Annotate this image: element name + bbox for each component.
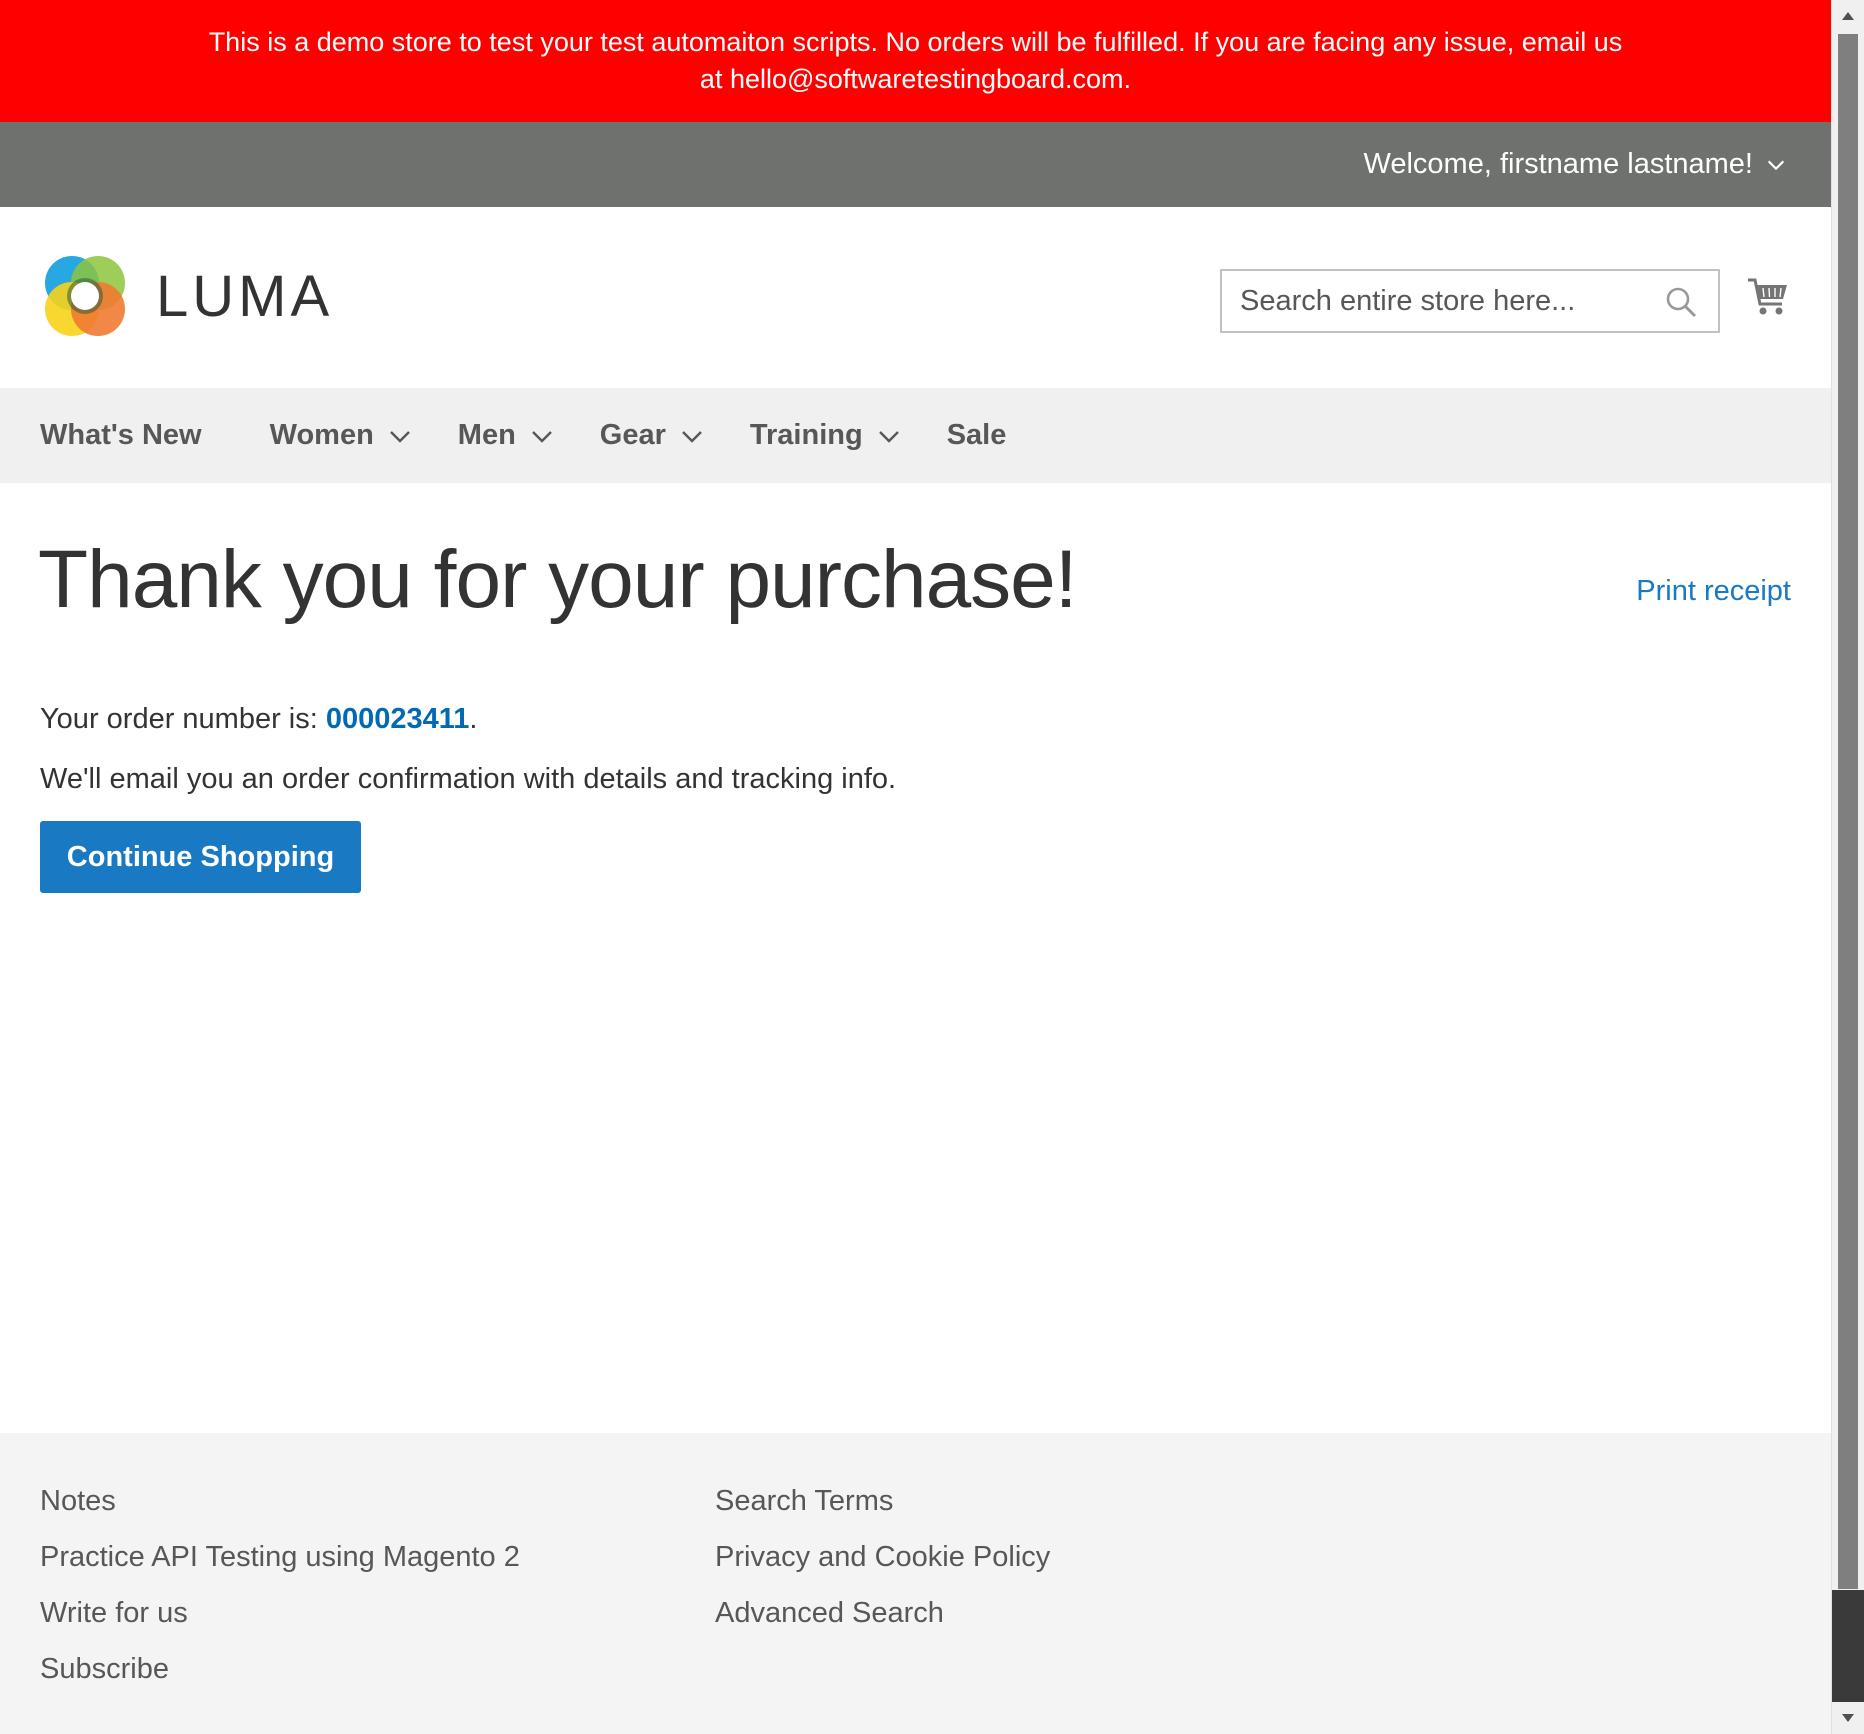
demo-notice: This is a demo store to test your test a… [0,0,1831,122]
order-number-link[interactable]: 000023411 [326,703,470,735]
footer-link-advanced-search[interactable]: Advanced Search [715,1585,1050,1641]
main-content: Thank you for your purchase! Print recei… [0,483,1831,1433]
continue-shopping-button[interactable]: Continue Shopping [40,821,361,893]
chevron-down-icon [878,430,899,443]
scroll-down-arrow-icon[interactable] [1832,1702,1864,1734]
order-number-prefix: Your order number is: [40,703,326,735]
nav-item-training[interactable]: Training [750,419,901,452]
nav-item-label: What's New [40,419,202,451]
main-navigation: What's New Women Men Gear Training Sale [0,388,1831,483]
header-content: LUMA [0,207,1831,388]
footer-link-search-terms[interactable]: Search Terms [715,1473,1050,1529]
nav-item-label: Training [749,419,863,451]
customer-welcome-menu[interactable]: Welcome, firstname lastname! [1364,122,1788,207]
chevron-down-icon [682,430,702,443]
search-icon[interactable] [1664,285,1698,319]
nav-item-sale[interactable]: Sale [947,419,1007,452]
vertical-scrollbar[interactable] [1831,0,1864,1734]
scrollbar-track[interactable] [1832,1590,1864,1702]
confirmation-email-text: We'll email you an order confirmation wi… [40,763,897,795]
footer-links-left: Notes Practice API Testing using Magento… [40,1473,520,1697]
nav-item-label: Sale [946,419,1007,451]
top-header-bar: Welcome, firstname lastname! [0,122,1831,207]
nav-item-men[interactable]: Men [458,419,554,452]
luma-logo-icon [45,256,125,336]
chevron-down-icon [531,430,552,443]
page: This is a demo store to test your test a… [0,0,1831,1734]
nav-item-gear[interactable]: Gear [600,419,704,452]
footer: Notes Practice API Testing using Magento… [0,1433,1831,1734]
order-number-line: Your order number is: 000023411. [40,703,477,736]
chevron-down-icon [1767,160,1785,170]
demo-notice-text: This is a demo store to test your test a… [208,27,1623,94]
scroll-up-arrow-icon[interactable] [1832,0,1864,32]
nav-item-women[interactable]: Women [270,419,412,452]
nav-item-label: Women [269,419,374,451]
logo[interactable]: LUMA [40,251,333,341]
logo-text: LUMA [156,263,334,329]
search-input[interactable] [1222,271,1642,331]
footer-link-write-for-us[interactable]: Write for us [40,1585,520,1641]
footer-link-notes[interactable]: Notes [40,1473,520,1529]
search-box [1220,269,1720,333]
page-title: Thank you for your purchase! [38,534,1078,625]
footer-link-practice-api[interactable]: Practice API Testing using Magento 2 [40,1529,520,1585]
footer-links-right: Search Terms Privacy and Cookie Policy A… [715,1473,1050,1641]
footer-link-subscribe[interactable]: Subscribe [40,1641,520,1697]
print-receipt-link[interactable]: Print receipt [1636,575,1791,608]
order-number-suffix: . [469,703,478,735]
continue-shopping-label: Continue Shopping [66,840,335,873]
welcome-text: Welcome, firstname lastname! [1363,148,1754,180]
chevron-down-icon [389,430,410,443]
footer-link-privacy-policy[interactable]: Privacy and Cookie Policy [715,1529,1050,1585]
cart-icon[interactable] [1746,275,1790,319]
scrollbar-thumb[interactable] [1838,34,1858,1589]
nav-item-whats-new[interactable]: What's New [40,419,202,452]
nav-item-label: Gear [599,419,666,451]
nav-item-label: Men [457,419,516,451]
